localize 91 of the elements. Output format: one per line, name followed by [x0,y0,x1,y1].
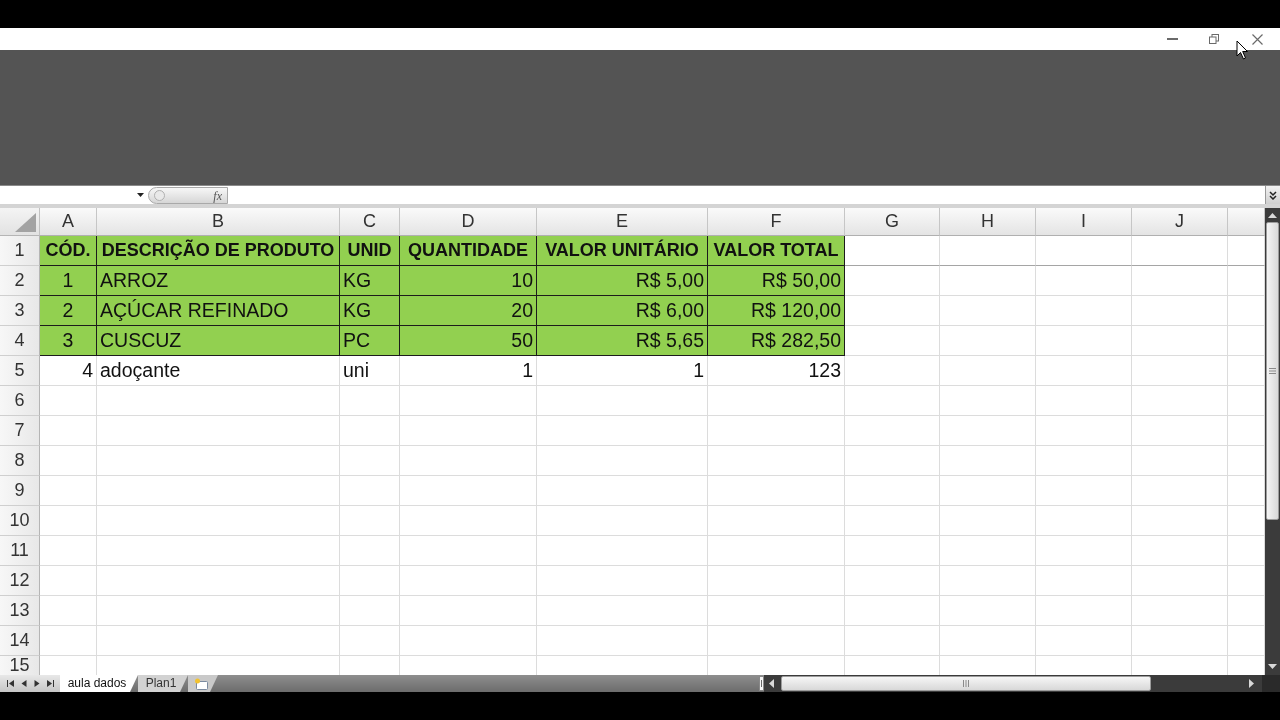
table-cell: 10 [400,266,537,296]
column-header[interactable]: J [1132,208,1228,236]
column-header[interactable]: A [40,208,97,236]
empty-cell [340,476,400,506]
table-cell: 123 [708,356,845,386]
scroll-thumb[interactable] [1266,222,1279,520]
empty-cell [340,596,400,626]
column-header[interactable]: F [708,208,845,236]
vertical-scrollbar[interactable] [1265,208,1280,675]
row-header[interactable]: 15 [0,656,40,675]
row-header[interactable]: 14 [0,626,40,656]
table-cell: 1 [400,356,537,386]
column-header[interactable]: G [845,208,940,236]
table-cell: 2 [40,296,97,326]
table-cell: AÇÚCAR REFINADO [97,296,340,326]
empty-cell [340,566,400,596]
restore-icon[interactable] [1209,34,1219,44]
table-cell: R$ 5,65 [537,326,708,356]
table-cell: 1 [40,266,97,296]
caret-icon[interactable] [137,193,144,197]
insert-sheet-tab[interactable] [188,675,218,692]
triangle-icon [15,213,36,232]
empty-cell [340,416,400,446]
table-cell: ARROZ [97,266,340,296]
table-cell: 4 [40,356,97,386]
close-icon[interactable] [1252,33,1263,45]
empty-cell [340,626,400,656]
table-cell: KG [340,266,400,296]
down-arrow-icon[interactable] [1268,664,1277,669]
table-cell: uni [340,356,400,386]
grip-icon [1269,368,1276,374]
row-header[interactable]: 10 [0,506,40,536]
table-cell: QUANTIDADE [400,236,537,266]
first-arrow-icon[interactable] [6,680,15,687]
table-cell: PC [340,326,400,356]
left-arrow-icon[interactable] [19,680,28,687]
table-cell: CÓD. [40,236,97,266]
empty-cell [340,446,400,476]
row-header[interactable]: 4 [0,326,40,356]
row-header[interactable]: 12 [0,566,40,596]
row-header[interactable]: 11 [0,536,40,566]
table-cell: R$ 6,00 [537,296,708,326]
row-header[interactable]: 2 [0,266,40,296]
column-header[interactable]: C [340,208,400,236]
table-cell: DESCRIÇÃO DE PRODUTO [97,236,340,266]
table-cell: KG [340,296,400,326]
table-cell: VALOR UNITÁRIO [537,236,708,266]
circle-icon [154,190,165,201]
sheet-tab[interactable]: Plan1 [138,675,188,692]
sheet-icon [194,677,209,690]
row-header[interactable]: 9 [0,476,40,506]
last-arrow-icon[interactable] [45,680,54,687]
row-header[interactable]: 5 [0,356,40,386]
table-cell: VALOR TOTAL [708,236,845,266]
grip-icon [963,680,969,687]
table-cell: CUSCUZ [97,326,340,356]
expand-formula-button[interactable] [1265,186,1280,204]
row-header[interactable]: 7 [0,416,40,446]
table-cell: 1 [537,356,708,386]
table-cell: 20 [400,296,537,326]
double-chevron-icon [1269,190,1277,200]
left-arrow-icon[interactable] [769,679,774,688]
table-cell: 50 [400,326,537,356]
scroll-thumb[interactable] [781,676,1151,691]
table-cell: R$ 50,00 [708,266,845,296]
sheet-tab[interactable]: aula dados [60,675,138,692]
empty-cell [340,506,400,536]
right-arrow-icon[interactable] [1249,679,1254,688]
up-arrow-icon[interactable] [1268,213,1277,218]
column-header[interactable]: D [400,208,537,236]
column-header[interactable]: H [940,208,1036,236]
table-cell: UNID [340,236,400,266]
table-cell: adoçante [97,356,340,386]
row-header[interactable]: 13 [0,596,40,626]
column-header[interactable]: I [1036,208,1132,236]
split-handle-icon[interactable] [758,676,764,691]
table-cell: R$ 282,50 [708,326,845,356]
right-arrow-icon[interactable] [32,680,41,687]
row-header[interactable]: 6 [0,386,40,416]
table-cell: R$ 120,00 [708,296,845,326]
column-header[interactable]: E [537,208,708,236]
table-cell: 3 [40,326,97,356]
insert-function-button[interactable]: fx [213,188,222,203]
row-header[interactable]: 1 [0,236,40,266]
row-header[interactable]: 8 [0,446,40,476]
row-header[interactable]: 3 [0,296,40,326]
empty-cell [340,536,400,566]
column-header[interactable]: B [97,208,340,236]
empty-cell [340,386,400,416]
horizontal-scrollbar[interactable] [764,675,1280,692]
table-cell: R$ 5,00 [537,266,708,296]
